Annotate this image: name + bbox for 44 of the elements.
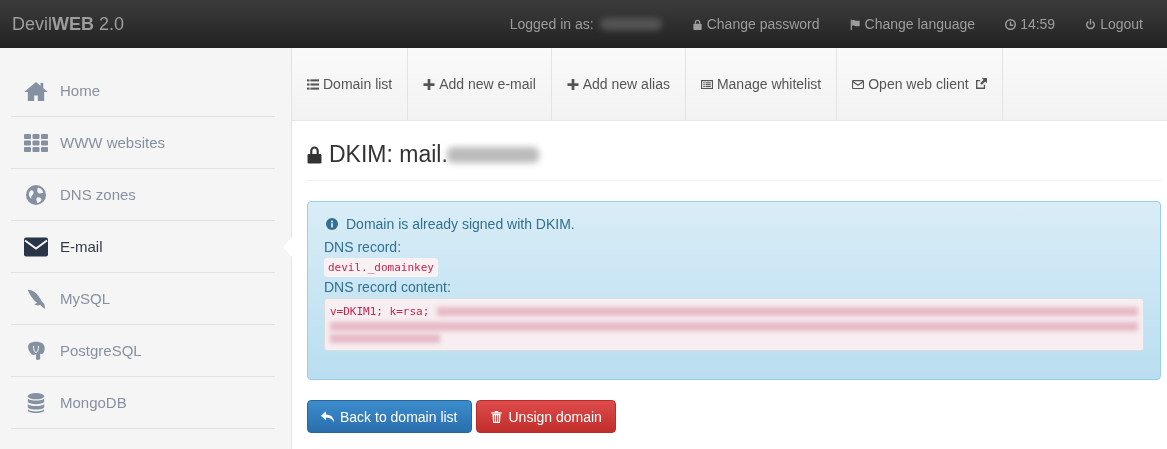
toolbar-tab[interactable]: Domain list (292, 48, 409, 120)
toolbar-tab[interactable]: Open web client (837, 48, 1003, 120)
power-icon (1085, 18, 1097, 30)
sidebar-item[interactable]: PostgreSQL (11, 325, 275, 377)
unsign-button[interactable]: Unsign domain (475, 400, 616, 433)
lock-icon (691, 18, 703, 30)
plus-icon (566, 78, 579, 90)
sidebar-item[interactable]: MySQL (11, 273, 275, 325)
trash-icon (489, 410, 503, 423)
header-link[interactable]: Logout (1085, 16, 1143, 32)
toolbar-tab[interactable]: Add new e-mail (408, 48, 552, 120)
envelope-icon (852, 78, 865, 90)
sidebar-item[interactable]: Home (11, 65, 275, 117)
sidebar-item[interactable]: DNS zones (11, 169, 275, 221)
login-label: Logged in as: (509, 16, 594, 32)
back-button[interactable]: Back to domain list (307, 400, 472, 433)
header-link[interactable]: Change password (691, 16, 820, 32)
record-content: v=DKIM1; k=rsa; (330, 305, 430, 318)
toolbar-tab[interactable]: Add new alias (551, 48, 686, 120)
flag-icon (849, 18, 861, 30)
list-icon (307, 78, 319, 90)
house-icon (24, 80, 48, 101)
field-label: DNS record: (324, 238, 403, 257)
sidebar-item[interactable]: E-mail (11, 221, 275, 273)
info-icon (326, 218, 338, 230)
record-name: devil._domainkey (324, 258, 438, 277)
brand-logo[interactable]: DevilWEB 2.0 (12, 13, 125, 35)
sidebar-item[interactable]: WWW websites (11, 117, 275, 169)
header-link[interactable]: Change language (849, 16, 976, 32)
list-icon (700, 78, 713, 90)
lock-icon (307, 145, 322, 164)
sidebar-item[interactable]: MongoDB (11, 377, 275, 429)
page-title: DKIM: mail. (329, 141, 448, 168)
toolbar-tab[interactable]: Manage whitelist (685, 48, 838, 120)
reply-arrow-icon (321, 410, 334, 423)
clock-icon (1005, 18, 1017, 30)
plus-icon (423, 78, 436, 90)
clock-time[interactable]: 14:59 (1005, 16, 1056, 32)
envelope-icon (24, 236, 48, 257)
redacted-username (599, 18, 662, 30)
globe-icon (24, 184, 48, 205)
field-label: DNS record content: (324, 278, 452, 297)
info-message: Domain is already signed with DKIM. (346, 216, 575, 232)
grid-icon (24, 132, 48, 153)
